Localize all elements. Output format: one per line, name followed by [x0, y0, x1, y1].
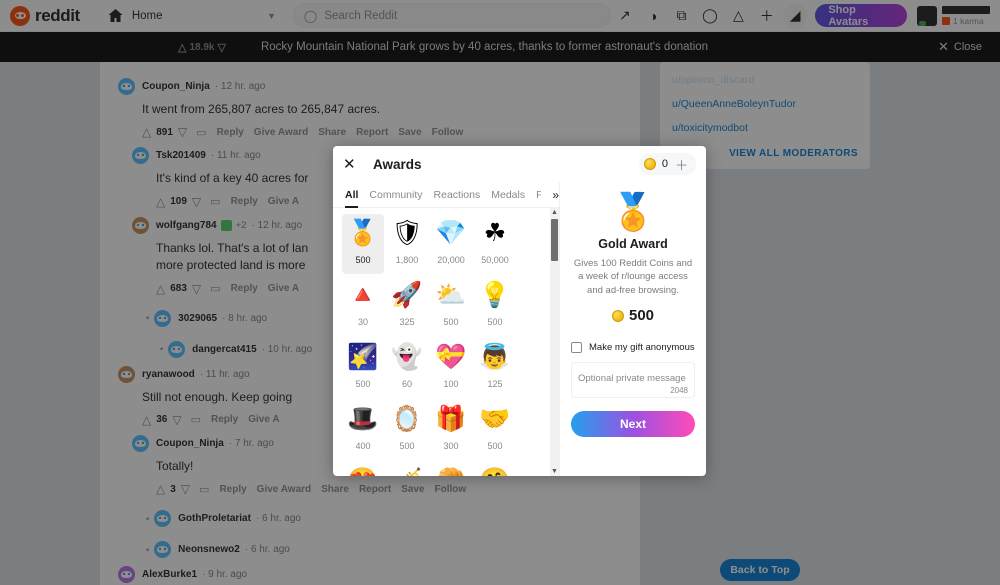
- locked-pyramid-award[interactable]: 🔺 30: [342, 276, 384, 336]
- award-price: 400: [355, 441, 371, 451]
- rocket-like-award[interactable]: 🚀 325: [386, 276, 428, 336]
- reddit-coin-icon: [643, 158, 656, 170]
- coin-balance-value: 0: [661, 158, 668, 170]
- award-price: 50,000: [481, 255, 509, 265]
- platinum-award-icon: 🛡: [391, 219, 423, 247]
- gold-award-large-icon: 🏅: [610, 191, 656, 232]
- award-price: 500: [487, 317, 503, 327]
- anonymous-label: Make my gift anonymous: [589, 342, 695, 354]
- awards-grid-wrapper: 🏅 500 🛡 1,800 💎 20,000 ☘ 50,000 🔺 30 🚀 325 ⛅ 500 💡 500 🌠…: [333, 208, 559, 476]
- bread-award[interactable]: 🥐250: [430, 462, 472, 477]
- mirror-award[interactable]: 🪞 500: [386, 400, 428, 460]
- argentium-award-icon: 💎: [435, 219, 467, 247]
- award-price: 1,800: [395, 255, 419, 265]
- anonymous-gift-row[interactable]: Make my gift anonymous: [571, 342, 695, 354]
- award-price: 500: [355, 255, 371, 265]
- modal-header: ✕ Awards 0 ＋: [333, 146, 706, 182]
- shooting-star-award[interactable]: 🌠 500: [342, 338, 384, 398]
- award-detail-name: Gold Award: [598, 237, 668, 251]
- plus-icon[interactable]: ＋: [675, 155, 691, 174]
- awards-scrollbar[interactable]: ▲ ▼: [550, 208, 559, 476]
- award-detail-description: Gives 100 Reddit Coins and a week of r/l…: [573, 258, 693, 296]
- gold-award-icon: 🏅: [347, 219, 379, 247]
- award-cost-value: 500: [628, 307, 655, 325]
- close-x-icon[interactable]: ✕: [343, 155, 363, 173]
- award-price: 500: [355, 379, 371, 389]
- wholesome-heart-award-icon: 💝: [435, 343, 467, 371]
- heart-eyes-award[interactable]: 😍325: [342, 462, 384, 477]
- tab-f[interactable]: F: [536, 182, 541, 208]
- award-price: 325: [399, 317, 415, 327]
- handshake-award-icon: 🤝: [479, 405, 511, 433]
- snoo-face-award[interactable]: 👻 60: [386, 338, 428, 398]
- awards-browser: All Community Reactions Medals F » 🏅 500 🛡 1,800…: [333, 182, 559, 476]
- bright-day-award[interactable]: ⛅ 500: [430, 276, 472, 336]
- tab-all[interactable]: All: [345, 182, 359, 208]
- message-char-count: 2048: [670, 386, 688, 396]
- hug-award[interactable]: 🤗325: [474, 462, 516, 477]
- classy-top-hat-award[interactable]: 🎩 400: [342, 400, 384, 460]
- bread-award-icon: 🥐: [435, 465, 468, 477]
- handshake-award[interactable]: 🤝 500: [474, 400, 516, 460]
- scroll-down-arrow-icon[interactable]: ▼: [550, 467, 559, 476]
- awards-modal: ✕ Awards 0 ＋ All Community Reactions Medals…: [333, 146, 706, 476]
- snoo-face-award-icon: 👻: [391, 343, 423, 371]
- ternion-all-powerful-award[interactable]: ☘ 50,000: [474, 214, 516, 274]
- private-message-box[interactable]: 2048: [571, 362, 695, 399]
- award-price: 100: [443, 379, 459, 389]
- gold-award[interactable]: 🏅 500: [342, 214, 384, 274]
- coin-balance-pill[interactable]: 0 ＋: [638, 153, 696, 175]
- modal-body: All Community Reactions Medals F » 🏅 500 🛡 1,800…: [333, 182, 706, 476]
- private-message-input[interactable]: [578, 373, 688, 385]
- award-price: 60: [401, 379, 412, 389]
- gift-box-award[interactable]: 🎁 300: [430, 400, 472, 460]
- scroll-up-arrow-icon[interactable]: ▲: [550, 208, 559, 217]
- reddit-coin-icon: [611, 309, 624, 322]
- tab-reactions[interactable]: Reactions: [434, 182, 481, 208]
- tab-medals[interactable]: Medals: [491, 182, 525, 208]
- trumpet-award-icon: 🎺: [391, 465, 424, 477]
- bright-day-award-icon: ⛅: [435, 281, 467, 309]
- anonymous-checkbox[interactable]: [571, 342, 582, 354]
- award-price: 20,000: [437, 255, 465, 265]
- helpful-angel-award-icon: 👼: [479, 343, 511, 371]
- classy-top-hat-award-icon: 🎩: [347, 405, 379, 433]
- wholesome-heart-award[interactable]: 💝 100: [430, 338, 472, 398]
- award-category-tabs: All Community Reactions Medals F »: [333, 182, 559, 208]
- scrollbar-thumb[interactable]: [551, 219, 558, 261]
- next-button[interactable]: Next: [571, 411, 695, 438]
- award-detail-panel: 🏅 Gold Award Gives 100 Reddit Coins and …: [559, 182, 706, 476]
- helpful-angel-award[interactable]: 👼 125: [474, 338, 516, 398]
- award-price: 500: [399, 441, 415, 451]
- award-price: 30: [357, 317, 368, 327]
- rocket-like-award-icon: 🚀: [391, 281, 423, 309]
- trumpet-award[interactable]: 🎺400: [386, 462, 428, 477]
- shooting-star-award-icon: 🌠: [347, 343, 379, 371]
- award-price: 125: [487, 379, 503, 389]
- locked-pyramid-award-icon: 🔺: [347, 281, 379, 309]
- hug-award-icon: 🤗: [479, 465, 512, 477]
- bulb-idea-award[interactable]: 💡 500: [474, 276, 516, 336]
- award-price: 300: [443, 441, 459, 451]
- platinum-award[interactable]: 🛡 1,800: [386, 214, 428, 274]
- modal-title: Awards: [373, 156, 422, 172]
- awards-grid: 🏅 500 🛡 1,800 💎 20,000 ☘ 50,000 🔺 30 🚀 325 ⛅ 500 💡 500 🌠…: [333, 208, 559, 476]
- heart-eyes-award-icon: 😍: [347, 465, 380, 477]
- argentium-award[interactable]: 💎 20,000: [430, 214, 472, 274]
- ternion-all-powerful-award-icon: ☘: [483, 219, 507, 247]
- award-detail-cost: 500: [611, 307, 655, 325]
- award-price: 500: [443, 317, 459, 327]
- gift-box-award-icon: 🎁: [435, 405, 467, 433]
- tab-community[interactable]: Community: [369, 182, 422, 208]
- mirror-award-icon: 🪞: [391, 405, 423, 433]
- chevron-double-right-icon[interactable]: »: [552, 188, 559, 202]
- award-price: 500: [487, 441, 503, 451]
- bulb-idea-award-icon: 💡: [479, 281, 511, 309]
